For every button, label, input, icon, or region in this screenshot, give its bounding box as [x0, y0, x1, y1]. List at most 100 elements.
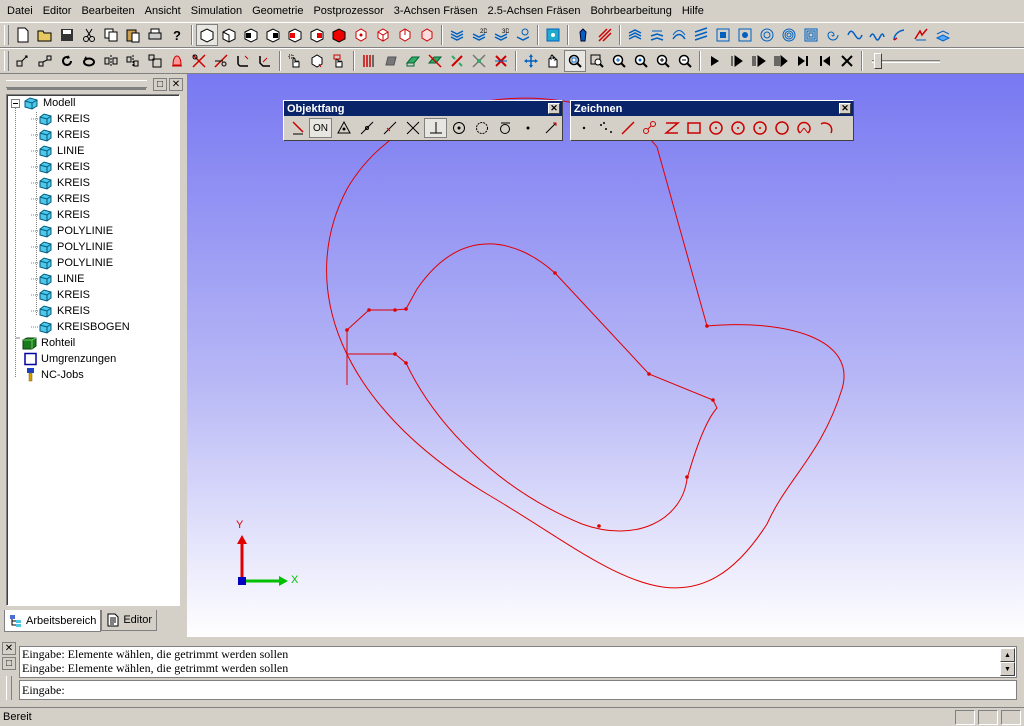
- surface-icon[interactable]: [402, 50, 424, 72]
- shade-cube-icon[interactable]: [350, 24, 372, 46]
- stop-x-icon[interactable]: [836, 50, 858, 72]
- bell-red-icon[interactable]: [166, 50, 188, 72]
- draw-circle-center-icon[interactable]: [705, 118, 727, 138]
- tree-entity-item[interactable]: KREIS: [31, 175, 90, 191]
- scroll-up-button[interactable]: ▲: [1000, 648, 1015, 662]
- trim-icon[interactable]: [188, 50, 210, 72]
- zoom-out-icon[interactable]: [674, 50, 696, 72]
- skip-start-icon[interactable]: [814, 50, 836, 72]
- copy-icon[interactable]: [100, 24, 122, 46]
- zeichnen-title-bar[interactable]: Zeichnen ✕: [571, 101, 853, 116]
- hatch-red-icon[interactable]: [594, 24, 616, 46]
- layer-3d-icon[interactable]: 3D: [490, 24, 512, 46]
- save-icon[interactable]: [56, 24, 78, 46]
- menu-editor[interactable]: Editor: [38, 0, 77, 22]
- layer-stack-icon[interactable]: [446, 24, 468, 46]
- menu-ansicht[interactable]: Ansicht: [140, 0, 186, 22]
- tree-root-modell[interactable]: Modell: [23, 95, 75, 111]
- draw-rectangle-icon[interactable]: [683, 118, 705, 138]
- tree-entity-item[interactable]: LINIE: [31, 271, 85, 287]
- mirror-v-icon[interactable]: [122, 50, 144, 72]
- mirror-h-icon[interactable]: [100, 50, 122, 72]
- draw-arc-center-icon[interactable]: [793, 118, 815, 138]
- extend-icon[interactable]: [210, 50, 232, 72]
- snap-on-toggle[interactable]: ON: [309, 118, 332, 138]
- fillet-icon[interactable]: [232, 50, 254, 72]
- view-iso-icon[interactable]: [196, 24, 218, 46]
- intersect-surface-icon[interactable]: [424, 50, 446, 72]
- zeichnen-close-button[interactable]: ✕: [839, 103, 851, 114]
- run-to-end-icon[interactable]: [770, 50, 792, 72]
- menu-bohrbearbeitung[interactable]: Bohrbearbeitung: [585, 0, 676, 22]
- tree-entity-item[interactable]: KREIS: [31, 159, 90, 175]
- draw-arc-icon[interactable]: [815, 118, 837, 138]
- menu-bearbeiten[interactable]: Bearbeiten: [76, 0, 139, 22]
- toolbar-grip[interactable]: [4, 51, 9, 71]
- tree-entity-item[interactable]: KREISBOGEN: [31, 319, 130, 335]
- toolpath-5-icon[interactable]: [712, 24, 734, 46]
- snap-quadrant-icon[interactable]: [470, 118, 493, 138]
- menu-datei[interactable]: Datei: [2, 0, 38, 22]
- menu-geometrie[interactable]: Geometrie: [247, 0, 308, 22]
- shape-fill-icon[interactable]: [380, 50, 402, 72]
- model-tree[interactable]: Modell KREIS KREIS LINIE KREIS KREIS KREIS KRE…: [6, 94, 180, 606]
- tree-entity-item[interactable]: POLYLINIE: [31, 255, 113, 271]
- cut-icon[interactable]: [78, 24, 100, 46]
- view-right-icon[interactable]: [284, 24, 306, 46]
- panel-close-button[interactable]: ✕: [169, 77, 183, 91]
- menu-postprozessor[interactable]: Postprozessor: [308, 0, 388, 22]
- snap-grid-icon[interactable]: [12, 50, 34, 72]
- fast-forward-icon[interactable]: [748, 50, 770, 72]
- zoom-extent-icon[interactable]: [586, 50, 608, 72]
- tree-entity-item[interactable]: POLYLINIE: [31, 239, 113, 255]
- new-file-icon[interactable]: [12, 24, 34, 46]
- layer-refresh-icon[interactable]: [512, 24, 534, 46]
- tree-umgrenzungen[interactable]: Umgrenzungen: [11, 351, 116, 367]
- command-close-button[interactable]: ✕: [2, 642, 16, 655]
- view-left-icon[interactable]: [262, 24, 284, 46]
- toolpath-10-icon[interactable]: [822, 24, 844, 46]
- outer-contour[interactable]: [326, 97, 845, 589]
- objektfang-close-button[interactable]: ✕: [548, 103, 560, 114]
- print-icon[interactable]: [144, 24, 166, 46]
- toolpath-11-icon[interactable]: [844, 24, 866, 46]
- draw-line-icon[interactable]: [617, 118, 639, 138]
- tree-entity-item[interactable]: KREIS: [31, 111, 90, 127]
- skip-end-icon[interactable]: [792, 50, 814, 72]
- tree-entity-item[interactable]: KREIS: [31, 191, 90, 207]
- hatch-tool-icon[interactable]: [358, 50, 380, 72]
- snap-off-icon[interactable]: [539, 118, 562, 138]
- zoom-dynamic-icon[interactable]: [608, 50, 630, 72]
- wire-cube-icon[interactable]: [372, 24, 394, 46]
- help-icon[interactable]: ?: [166, 24, 188, 46]
- zoom-previous-icon[interactable]: [630, 50, 652, 72]
- panel-maximize-button[interactable]: □: [153, 77, 167, 91]
- snap-intersection-icon[interactable]: [401, 118, 424, 138]
- command-scrollbar[interactable]: ▲ ▼: [1000, 648, 1015, 678]
- hidden-cube-icon[interactable]: [394, 24, 416, 46]
- toolpath-4-icon[interactable]: [690, 24, 712, 46]
- snap-tangent-icon[interactable]: [493, 118, 516, 138]
- snap-circle-center-icon[interactable]: [447, 118, 470, 138]
- snap-center-triangle-icon[interactable]: [332, 118, 355, 138]
- tree-entity-item[interactable]: KREIS: [31, 127, 90, 143]
- snap-endpoint-icon[interactable]: [286, 118, 309, 138]
- draw-multipoint-icon[interactable]: [595, 118, 617, 138]
- cube-select-icon[interactable]: [306, 50, 328, 72]
- explode-icon[interactable]: [468, 50, 490, 72]
- tab-editor[interactable]: Editor: [101, 610, 158, 631]
- menu-hilfe[interactable]: Hilfe: [677, 0, 709, 22]
- view-top-icon[interactable]: [306, 24, 328, 46]
- shaded-edges-icon[interactable]: [416, 24, 438, 46]
- scale-icon[interactable]: [144, 50, 166, 72]
- command-grip[interactable]: [6, 676, 12, 700]
- tree-nc-jobs[interactable]: NC-Jobs: [11, 367, 84, 383]
- draw-circle-3pt-icon[interactable]: [749, 118, 771, 138]
- command-restore-button[interactable]: □: [2, 657, 16, 670]
- view-back-icon[interactable]: [240, 24, 262, 46]
- paste-icon[interactable]: [122, 24, 144, 46]
- toolpath-8-icon[interactable]: [778, 24, 800, 46]
- chamfer-icon[interactable]: [254, 50, 276, 72]
- view-front-icon[interactable]: [218, 24, 240, 46]
- delete-red-icon[interactable]: [490, 50, 512, 72]
